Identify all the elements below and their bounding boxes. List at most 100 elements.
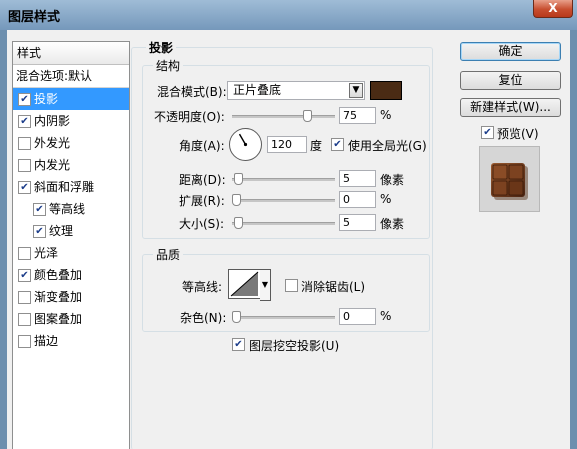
preview-label[interactable]: 预览(V) (497, 125, 539, 142)
noise-slider-track (232, 316, 335, 319)
distance-unit: 像素 (380, 173, 405, 187)
style-item-label: 等高线 (49, 202, 86, 216)
opacity-slider-track (232, 115, 335, 118)
distance-slider[interactable] (232, 173, 335, 185)
style-item-checkbox[interactable] (18, 313, 31, 326)
style-items: ✔ 投影 ✔ 内阴影 外发光 内发光 ✔ 斜面和浮雕 ✔ 等高线 ✔ 纹理 光泽 ✔ 颜色叠加 渐变叠加 图案叠… (13, 88, 129, 352)
angle-label: 角度(A): (179, 139, 225, 153)
distance-slider-thumb[interactable] (234, 173, 243, 185)
knockout-shadow-checkbox[interactable]: ✔ (232, 338, 245, 351)
style-item[interactable]: 光泽 (13, 242, 129, 264)
style-item[interactable]: ✔ 颜色叠加 (13, 264, 129, 286)
anti-alias-label[interactable]: 消除锯齿(L) (301, 278, 365, 295)
distance-input[interactable]: 5 (339, 170, 376, 187)
noise-unit: % (380, 309, 392, 323)
style-item-checkbox[interactable] (18, 335, 31, 348)
style-item[interactable]: ✔ 纹理 (13, 220, 129, 242)
title-bar[interactable]: 图层样式 X (0, 0, 577, 30)
reset-button[interactable]: 复位 (460, 71, 561, 90)
noise-label: 杂色(N): (180, 311, 227, 325)
style-item-label: 纹理 (49, 224, 74, 238)
style-item[interactable]: ✔ 内阴影 (13, 110, 129, 132)
spread-input[interactable]: 0 (339, 191, 376, 208)
style-item-checkbox[interactable]: ✔ (18, 115, 31, 128)
chevron-down-icon: ▼ (349, 83, 363, 98)
noise-input[interactable]: 0 (339, 308, 376, 325)
size-unit: 像素 (380, 217, 405, 231)
blend-mode-select[interactable]: 正片叠底 ▼ (227, 81, 365, 100)
spread-unit: % (380, 192, 392, 206)
distance-slider-track (232, 178, 335, 181)
opacity-slider-thumb[interactable] (303, 110, 312, 122)
style-item-label: 光泽 (34, 246, 59, 260)
drop-shadow-title: 投影 (146, 39, 177, 56)
distance-label: 距离(D): (179, 173, 226, 187)
opacity-label: 不透明度(O): (154, 110, 225, 124)
style-item-checkbox[interactable] (18, 137, 31, 150)
style-item[interactable]: ✔ 等高线 (13, 198, 129, 220)
use-global-light-label[interactable]: 使用全局光(G) (348, 137, 427, 154)
style-item[interactable]: 图案叠加 (13, 308, 129, 330)
use-global-light-checkbox[interactable]: ✔ (331, 138, 344, 151)
style-item-checkbox[interactable]: ✔ (33, 225, 46, 238)
style-item[interactable]: 渐变叠加 (13, 286, 129, 308)
size-slider-thumb[interactable] (234, 217, 243, 229)
style-item[interactable]: ✔ 投影 (13, 88, 129, 110)
noise-slider[interactable] (232, 311, 335, 323)
contour-curve-icon (230, 271, 259, 297)
angle-dial[interactable] (229, 128, 262, 161)
blend-mode-label: 混合模式(B): (157, 85, 227, 99)
structure-title: 结构 (153, 57, 184, 74)
style-item-checkbox[interactable] (18, 247, 31, 260)
spread-slider-thumb[interactable] (232, 194, 241, 206)
blend-mode-value: 正片叠底 (233, 83, 282, 97)
angle-dial-needle (238, 133, 248, 147)
quality-title: 品质 (153, 246, 184, 263)
style-preview-thumbnail (479, 146, 540, 212)
contour-dropdown-icon[interactable]: ▼ (260, 269, 271, 301)
ok-button[interactable]: 确定 (460, 42, 561, 61)
contour-label: 等高线: (182, 280, 223, 294)
style-item[interactable]: 外发光 (13, 132, 129, 154)
size-input[interactable]: 5 (339, 214, 376, 231)
close-button[interactable]: X (533, 0, 573, 18)
window-title: 图层样式 (8, 10, 61, 25)
new-style-button[interactable]: 新建样式(W)... (460, 98, 561, 117)
spread-slider[interactable] (232, 194, 335, 206)
style-item[interactable]: 内发光 (13, 154, 129, 176)
style-item-label: 内发光 (34, 158, 71, 172)
style-item-label: 描边 (34, 334, 59, 348)
style-item-checkbox[interactable]: ✔ (33, 203, 46, 216)
opacity-unit: % (380, 108, 392, 122)
opacity-slider[interactable] (232, 110, 335, 122)
preview-checkbox[interactable]: ✔ (481, 126, 494, 139)
style-item-label: 斜面和浮雕 (34, 180, 95, 194)
style-item-checkbox[interactable] (18, 159, 31, 172)
contour-picker[interactable] (228, 269, 261, 299)
style-item-checkbox[interactable] (18, 291, 31, 304)
dialog-client-area: 样式 混合选项:默认 ✔ 投影 ✔ 内阴影 外发光 内发光 ✔ 斜面和浮雕 ✔ 等高线 ✔ 纹理 光泽 ✔… (7, 30, 570, 449)
chocolate-preview-image (491, 163, 528, 200)
knockout-shadow-label[interactable]: 图层挖空投影(U) (249, 337, 339, 354)
style-item-checkbox[interactable]: ✔ (18, 93, 31, 106)
style-item-label: 颜色叠加 (34, 268, 83, 282)
spread-label: 扩展(R): (179, 194, 225, 208)
shadow-color-swatch[interactable] (370, 81, 402, 100)
style-item-label: 内阴影 (34, 114, 71, 128)
style-item-label: 外发光 (34, 136, 71, 150)
size-label: 大小(S): (179, 217, 225, 231)
opacity-input[interactable]: 75 (339, 107, 376, 124)
style-item[interactable]: ✔ 斜面和浮雕 (13, 176, 129, 198)
style-item-label: 投影 (34, 92, 59, 106)
blending-options-item[interactable]: 混合选项:默认 (13, 65, 129, 88)
style-list-header[interactable]: 样式 (13, 42, 129, 65)
style-list: 样式 混合选项:默认 ✔ 投影 ✔ 内阴影 外发光 内发光 ✔ 斜面和浮雕 ✔ 等高线 ✔ 纹理 光泽 ✔… (12, 41, 130, 449)
style-item-checkbox[interactable]: ✔ (18, 269, 31, 282)
spread-slider-track (232, 199, 335, 202)
anti-alias-checkbox[interactable] (285, 279, 298, 292)
size-slider[interactable] (232, 217, 335, 229)
style-item[interactable]: 描边 (13, 330, 129, 352)
noise-slider-thumb[interactable] (232, 311, 241, 323)
angle-input[interactable]: 120 (267, 136, 307, 153)
style-item-checkbox[interactable]: ✔ (18, 181, 31, 194)
